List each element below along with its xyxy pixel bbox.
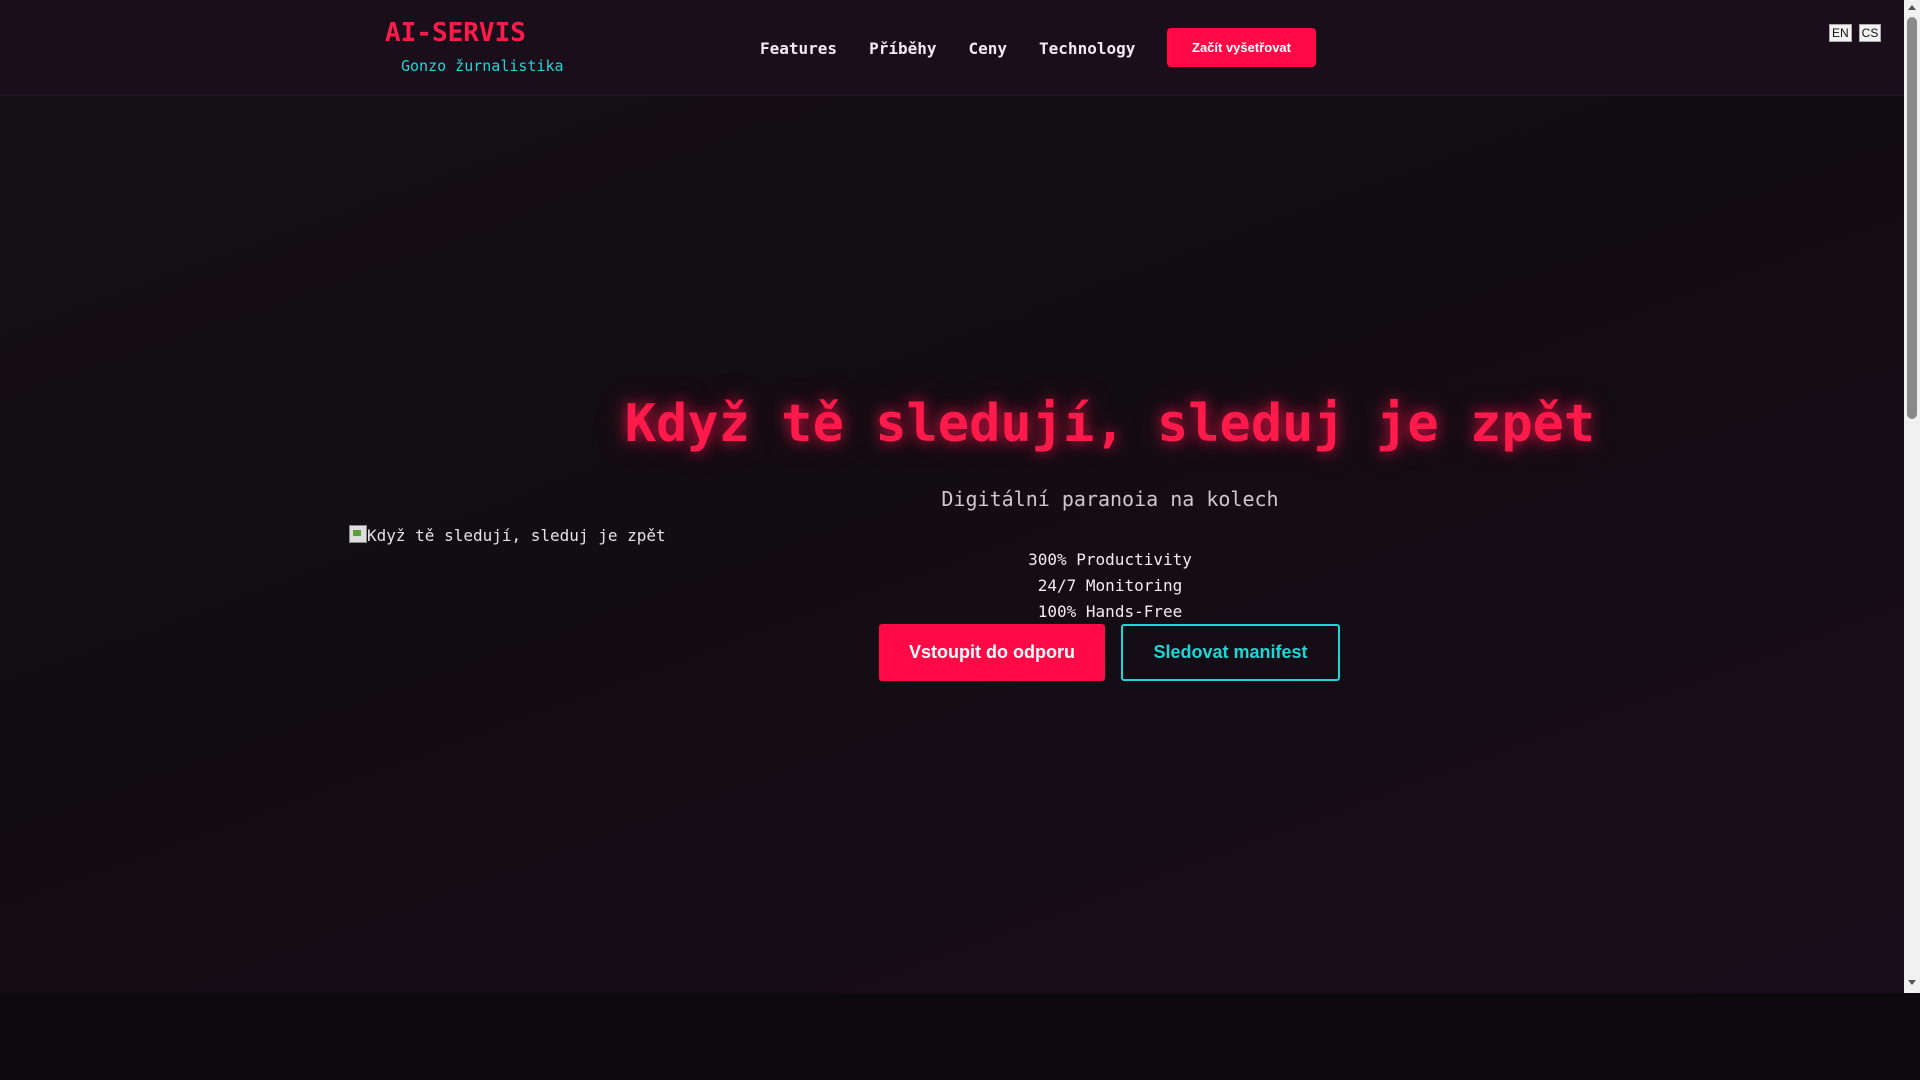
nav-link-features[interactable]: Features [760,39,837,58]
stat-hands-free: 100% Hands-Free [1037,602,1183,621]
hero-image-alt: Když tě sledují, sleduj je zpět [367,526,666,545]
brand-logo[interactable]: AI-SERVIS [385,18,526,48]
hero-image: Když tě sledují, sleduj je zpět [349,525,666,545]
nav-link-pricing[interactable]: Ceny [969,39,1008,58]
navbar: AI-SERVIS Gonzo žurnalistika Features Př… [0,0,1904,96]
stat-productivity: 300% Productivity [1028,550,1192,569]
hero-stats: 300% Productivity 24/7 Monitoring 100% H… [860,547,1360,625]
below-fold-area [0,993,1920,1080]
nav-links: Features Příběhy Ceny Technology [760,28,1135,68]
scroll-down-arrow-icon[interactable] [1908,980,1916,985]
language-switcher: EN CS [1829,24,1882,42]
brand-tagline: Gonzo žurnalistika [401,57,564,75]
scroll-up-arrow-icon[interactable] [1908,5,1916,10]
lang-en-button[interactable]: EN [1829,24,1852,42]
hero-title: Když tě sledují, sleduj je zpět [624,394,1596,454]
broken-image-icon [349,525,367,543]
nav-link-stories[interactable]: Příběhy [869,39,936,58]
join-resistance-button[interactable]: Vstoupit do odporu [879,624,1105,681]
hero-subtitle: Digitální paranoia na kolech [941,487,1279,511]
nav-link-technology[interactable]: Technology [1039,39,1135,58]
watch-manifest-button[interactable]: Sledovat manifest [1121,624,1340,681]
lang-cs-button[interactable]: CS [1858,24,1882,42]
viewport: AI-SERVIS Gonzo žurnalistika Features Př… [0,0,1904,993]
scrollbar-thumb[interactable] [1907,17,1917,419]
page: AI-SERVIS Gonzo žurnalistika Features Př… [0,0,1920,1080]
stat-monitoring: 24/7 Monitoring [1037,576,1183,595]
vertical-scrollbar[interactable] [1904,0,1920,993]
start-investigating-button[interactable]: Začít vyšetřovat [1167,28,1316,67]
